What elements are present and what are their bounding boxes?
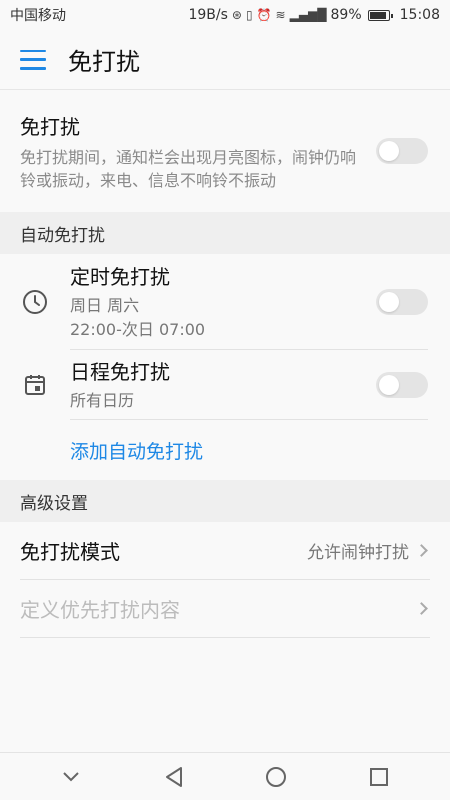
advanced-section-header: 高级设置	[0, 480, 450, 522]
dnd-title: 免打扰	[20, 114, 80, 139]
carrier-label: 中国移动	[10, 8, 66, 24]
battery-icon	[367, 9, 393, 21]
calendar-dnd-text: 日程免打扰 所有日历	[70, 356, 170, 413]
battery-percent: 89%	[330, 7, 362, 23]
scheduled-dnd-toggle[interactable]	[376, 288, 428, 315]
chevron-down-icon[interactable]	[51, 757, 91, 797]
vibrate-icon: ▯	[245, 8, 253, 22]
hamburger-menu-icon[interactable]	[20, 49, 46, 70]
data-saver-icon: ⊛	[231, 8, 242, 22]
status-bar: 中国移动 19B/s ⊛ ▯ ⏰ ≋ ▂▄▆█ 89% 15:08	[0, 0, 450, 30]
recents-icon[interactable]	[359, 757, 399, 797]
alarm-icon: ⏰	[256, 8, 272, 22]
calendar-dnd-title: 日程免打扰	[70, 360, 170, 384]
priority-chevron-group	[415, 602, 430, 615]
dnd-mode-value-group: 允许闹钟打扰	[307, 538, 430, 563]
calendar-icon	[20, 373, 50, 397]
page-title: 免打扰	[68, 48, 140, 76]
calendar-dnd-sub: 所有日历	[70, 391, 135, 410]
auto-section-header: 自动免打扰	[0, 212, 450, 254]
system-nav-bar	[0, 752, 450, 800]
priority-content-row[interactable]: 定义优先打扰内容	[20, 580, 430, 638]
chevron-right-icon	[415, 602, 428, 615]
signal-4g-icon: ▂▄▆█	[289, 8, 327, 22]
calendar-dnd-toggle[interactable]	[376, 371, 428, 398]
dnd-text: 免打扰 免打扰期间，通知栏会出现月亮图标，闹钟仍响铃或振动，来电、信息不响铃不振…	[20, 111, 365, 192]
scheduled-dnd-text: 定时免打扰 周日 周六 22:00-次日 07:00	[70, 261, 205, 342]
scheduled-dnd-row[interactable]: 定时免打扰 周日 周六 22:00-次日 07:00	[0, 254, 450, 350]
chevron-right-icon	[415, 544, 428, 557]
wifi-icon: ≋	[275, 8, 286, 22]
status-icons: 19B/s ⊛ ▯ ⏰ ≋ ▂▄▆█ 89% 15:08	[188, 7, 440, 23]
clock-time: 15:08	[399, 7, 440, 23]
home-icon[interactable]	[256, 757, 296, 797]
dnd-toggle[interactable]	[376, 138, 428, 164]
dnd-mode-row[interactable]: 免打扰模式 允许闹钟打扰	[20, 522, 430, 580]
scheduled-dnd-time: 22:00-次日 07:00	[70, 320, 206, 339]
scheduled-dnd-title: 定时免打扰	[70, 265, 170, 289]
back-icon[interactable]	[154, 757, 194, 797]
calendar-dnd-row[interactable]: 日程免打扰 所有日历	[0, 350, 450, 420]
dnd-mode-value: 允许闹钟打扰	[307, 543, 409, 563]
dnd-mode-label: 免打扰模式	[20, 540, 120, 564]
clock-icon	[20, 289, 50, 315]
add-auto-dnd-link[interactable]: 添加自动免打扰	[0, 420, 450, 480]
dnd-main-row[interactable]: 免打扰 免打扰期间，通知栏会出现月亮图标，闹钟仍响铃或振动，来电、信息不响铃不振…	[0, 90, 450, 212]
priority-content-label: 定义优先打扰内容	[20, 598, 180, 622]
dnd-description: 免打扰期间，通知栏会出现月亮图标，闹钟仍响铃或振动，来电、信息不响铃不振动	[20, 147, 357, 190]
scheduled-dnd-days: 周日 周六	[70, 296, 140, 315]
app-bar: 免打扰	[0, 30, 450, 90]
network-speed: 19B/s	[188, 7, 228, 23]
